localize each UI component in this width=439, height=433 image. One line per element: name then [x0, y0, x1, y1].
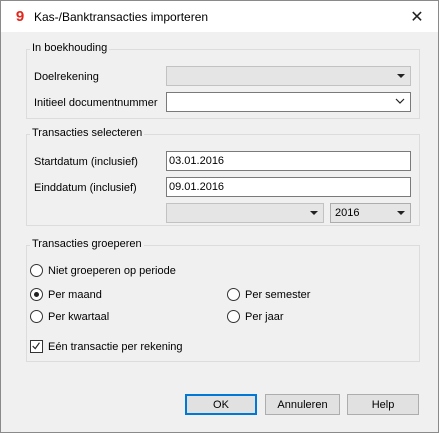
title-bar: 9 Kas-/Banktransacties importeren ✕ — [1, 1, 438, 32]
initieel-documentnummer-combo[interactable] — [166, 92, 411, 112]
radio-per-kwartaal[interactable] — [30, 310, 43, 323]
radio-per-jaar-label[interactable]: Per jaar — [245, 311, 284, 323]
radio-per-semester-label[interactable]: Per semester — [245, 289, 310, 301]
startdatum-input[interactable]: 03.01.2016 — [166, 151, 411, 171]
doelrekening-label: Doelrekening — [34, 71, 99, 83]
help-button[interactable]: Help — [347, 394, 419, 415]
chevron-down-icon — [395, 98, 405, 104]
ok-button[interactable]: OK — [185, 394, 257, 415]
dropdown-arrow-icon — [397, 211, 405, 215]
radio-niet-groeperen[interactable] — [30, 264, 43, 277]
radio-niet-groeperen-label[interactable]: Niet groeperen op periode — [48, 265, 176, 277]
checkmark-icon — [32, 342, 40, 350]
dropdown-arrow-icon — [397, 74, 405, 78]
einddatum-input[interactable]: 09.01.2016 — [166, 177, 411, 197]
dialog-title: Kas-/Banktransacties importeren — [34, 10, 209, 24]
radio-per-kwartaal-label[interactable]: Per kwartaal — [48, 311, 109, 323]
einddatum-label: Einddatum (inclusief) — [34, 182, 137, 194]
initieel-documentnummer-label: Initieel documentnummer — [34, 97, 158, 109]
year-select[interactable]: 2016 — [330, 203, 411, 223]
radio-per-maand-label[interactable]: Per maand — [48, 289, 102, 301]
een-transactie-label[interactable]: Eén transactie per rekening — [48, 341, 183, 353]
year-value: 2016 — [335, 207, 360, 219]
period-select[interactable] — [166, 203, 324, 223]
group-title-in-boekhouding: In boekhouding — [30, 42, 110, 54]
group-title-transacties-selecteren: Transacties selecteren — [30, 127, 145, 139]
doelrekening-select[interactable] — [166, 66, 411, 86]
annuleren-button[interactable]: Annuleren — [265, 394, 340, 415]
radio-per-semester[interactable] — [227, 288, 240, 301]
svg-text:9: 9 — [16, 8, 24, 24]
dropdown-arrow-icon — [310, 211, 318, 215]
close-icon: ✕ — [410, 9, 424, 26]
radio-per-maand[interactable] — [30, 288, 43, 301]
banana-9-icon: 9 — [12, 8, 28, 24]
startdatum-label: Startdatum (inclusief) — [34, 156, 138, 168]
import-dialog: 9 Kas-/Banktransacties importeren ✕ In b… — [0, 0, 439, 433]
close-button[interactable]: ✕ — [402, 5, 432, 29]
een-transactie-checkbox[interactable] — [30, 340, 43, 353]
group-title-transacties-groeperen: Transacties groeperen — [30, 238, 144, 250]
radio-per-jaar[interactable] — [227, 310, 240, 323]
